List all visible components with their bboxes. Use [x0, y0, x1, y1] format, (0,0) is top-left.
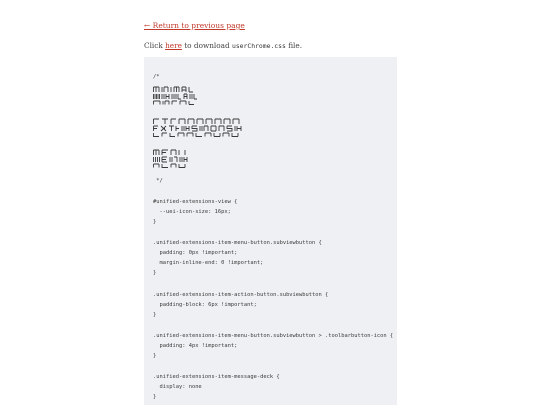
download-prefix: Click — [144, 41, 163, 50]
download-suffix: file. — [288, 41, 303, 50]
comment-close: */ — [153, 178, 163, 184]
code-line: } — [153, 270, 157, 276]
code-line: --uei-icon-size: 16px; — [153, 209, 231, 215]
code-line: padding: 0px !important; — [153, 250, 238, 256]
code-line: } — [153, 312, 157, 318]
code-line: } — [153, 394, 157, 400]
code-line: } — [153, 353, 157, 359]
css-code-block[interactable]: /* */ #unified-extensions-view {--uei-i… — [144, 57, 397, 405]
download-instruction: Click here to download userChrome.css fi… — [144, 41, 302, 50]
ascii-art-extensions — [153, 118, 242, 137]
code-line: margin-inline-end: 0 !important; — [153, 260, 264, 266]
comment-open: /* — [153, 74, 160, 80]
ascii-art-menu — [153, 149, 188, 168]
code-line: .unified-extensions-item-message-deck { — [153, 374, 280, 380]
code-line: #unified-extensions-view { — [153, 199, 238, 205]
code-line: padding-block: 6px !important; — [153, 302, 257, 308]
ascii-art-minimal — [153, 86, 197, 105]
download-middle: to download — [184, 41, 230, 50]
code-line: } — [153, 219, 157, 225]
download-here-link[interactable]: here — [165, 41, 182, 50]
code-line: display: none — [153, 384, 202, 390]
code-line: .unified-extensions-item-action-button.s… — [153, 292, 329, 298]
return-to-previous-page-link[interactable]: ← Return to previous page — [144, 21, 245, 30]
code-line: .unified-extensions-item-menu-button.sub… — [153, 240, 322, 246]
code-line: .unified-extensions-item-menu-button.sub… — [153, 333, 394, 339]
download-filename: userChrome.css — [231, 42, 286, 50]
code-line: padding: 4px !important; — [153, 343, 238, 349]
